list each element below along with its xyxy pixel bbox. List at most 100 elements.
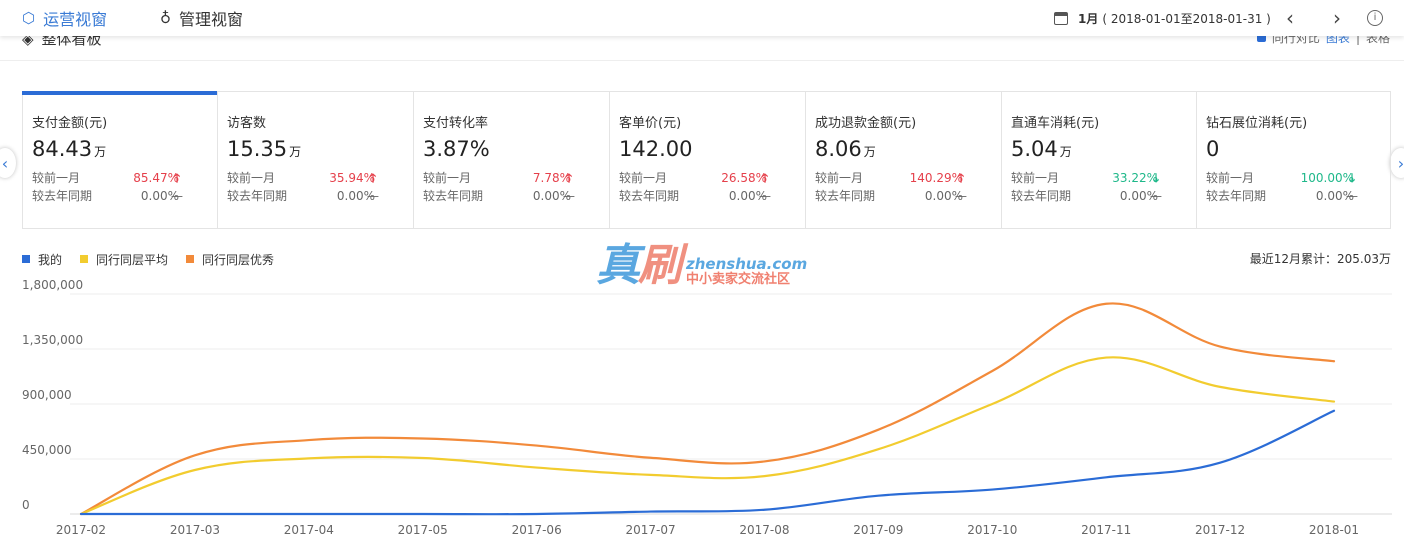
- metric-number: 3.87%: [423, 137, 490, 161]
- metric-card[interactable]: 客单价(元) 142.00 较前一月 26.58% 🡑 较去年同期 0.00% —: [610, 92, 806, 228]
- metric-card[interactable]: 成功退款金额(元) 8.06 万较前一月 140.29% 🡑 较去年同期 0.00% —: [806, 92, 1002, 228]
- legend-swatch: [80, 255, 89, 263]
- metric-title: 直通车消耗(元): [1011, 116, 1100, 131]
- chart-summary: 最近12月累计：205.03万: [1249, 252, 1391, 266]
- x-tick-label: 2017-09: [853, 523, 903, 537]
- mom-row: 较前一月 85.47% 🡑: [32, 169, 217, 187]
- legend-swatch: [22, 255, 30, 263]
- x-tick-label: 2017-10: [967, 523, 1017, 537]
- x-tick-label: 2017-12: [1195, 523, 1245, 537]
- metric-unit: 万: [863, 145, 876, 159]
- metric-card[interactable]: 访客数 15.35 万较前一月 35.94% 🡑 较去年同期 0.00% —: [218, 92, 414, 228]
- section-header: ◈ 整体看板 同行对比 图表 | 表格: [0, 36, 1404, 61]
- metric-card[interactable]: 直通车消耗(元) 5.04 万较前一月 33.22% 🡓 较去年同期 0.00% —: [1002, 92, 1197, 228]
- info-icon: i: [1367, 10, 1383, 26]
- metric-title: 成功退款金额(元): [815, 116, 917, 131]
- view-tools: 同行对比 图表 | 表格: [1256, 36, 1390, 46]
- date-range: ( 2018-01-01至2018-01-31 ): [1102, 11, 1271, 26]
- next-period-button[interactable]: ›: [1323, 0, 1351, 36]
- metric-value: 15.35 万: [227, 135, 413, 163]
- yoy-label: 较去年同期: [1206, 189, 1267, 203]
- medal-icon: ♁: [160, 9, 171, 27]
- yoy-row: 较去年同期 0.00% —: [1206, 187, 1392, 205]
- arrow-down-icon: 🡓: [1152, 171, 1160, 185]
- line-chart: 1,800,000 1,350,000 900,000 450,000 0 2017-02…: [22, 278, 1392, 537]
- x-tick-label: 2017-06: [512, 523, 562, 537]
- table-view-link[interactable]: 表格: [1366, 36, 1390, 46]
- metric-title: 客单价(元): [619, 116, 682, 131]
- dash-icon: —: [367, 189, 379, 203]
- yoy-row: 较去年同期 0.00% —: [32, 187, 217, 205]
- metric-number: 8.06: [815, 137, 862, 161]
- carousel-prev-button[interactable]: ‹: [0, 148, 16, 178]
- compare-label: 同行对比: [1271, 36, 1320, 45]
- chevron-left-icon: ‹: [1286, 6, 1294, 30]
- tab-operations-view[interactable]: ⬡ 运营视窗: [22, 0, 107, 36]
- metric-number: 142.00: [619, 137, 693, 161]
- yoy-label: 较去年同期: [423, 189, 484, 203]
- section-title-text: 整体看板: [41, 36, 102, 48]
- metric-value: 84.43 万: [32, 135, 217, 163]
- yoy-label: 较去年同期: [815, 189, 876, 203]
- x-tick-label: 2017-08: [739, 523, 789, 537]
- dash-icon: —: [563, 189, 575, 203]
- series-line-peer-best: [79, 302, 1336, 516]
- compare-checkbox[interactable]: [1256, 36, 1266, 42]
- mom-label: 较前一月: [619, 171, 668, 185]
- metric-title: 访客数: [227, 116, 267, 131]
- metric-card[interactable]: 钻石展位消耗(元) 0 较前一月 100.00% 🡓 较去年同期 0.00% —: [1197, 92, 1392, 228]
- metric-value: 5.04 万: [1011, 135, 1196, 163]
- yoy-label: 较去年同期: [619, 189, 680, 203]
- chart-view-link[interactable]: 图表: [1326, 36, 1350, 46]
- dash-icon: —: [1346, 189, 1358, 203]
- metric-number: 0: [1206, 137, 1220, 161]
- x-tick-label: 2017-11: [1081, 523, 1131, 537]
- tab-management-view[interactable]: ♁ 管理视窗: [160, 0, 243, 36]
- metric-card[interactable]: 支付金额(元) 84.43 万较前一月 85.47% 🡑 较去年同期 0.00% —: [22, 91, 218, 228]
- arrow-up-icon: 🡑: [173, 171, 181, 185]
- metric-title: 支付转化率: [423, 116, 489, 131]
- legend-swatch: [186, 255, 195, 263]
- carousel-next-button[interactable]: ›: [1390, 148, 1404, 178]
- legend-item[interactable]: 同行同层平均: [80, 251, 168, 268]
- mom-label: 较前一月: [1206, 171, 1255, 185]
- prev-period-button[interactable]: ‹: [1276, 0, 1304, 36]
- metric-value: 142.00: [619, 135, 805, 163]
- yoy-label: 较去年同期: [32, 189, 93, 203]
- layers-icon: ◈: [22, 36, 34, 48]
- x-tick-label: 2017-04: [284, 523, 334, 537]
- legend-item[interactable]: 我的: [22, 251, 62, 268]
- yoy-row: 较去年同期 0.00% —: [423, 187, 609, 205]
- metric-unit: 万: [1059, 145, 1072, 159]
- metric-cards: 支付金额(元) 84.43 万较前一月 85.47% 🡑 较去年同期 0.00% — 访客数 15…: [22, 91, 1391, 229]
- y-tick-label: 1,350,000: [22, 333, 83, 347]
- metric-unit: 万: [289, 145, 302, 159]
- series-line-peer-average: [79, 356, 1336, 516]
- y-tick-label: 450,000: [22, 443, 72, 457]
- y-tick-label: 0: [22, 498, 30, 512]
- y-tick-label: 1,800,000: [22, 278, 83, 292]
- dash-icon: —: [1150, 189, 1162, 203]
- date-picker[interactable]: 1月 ( 2018-01-01至2018-01-31 ): [1054, 0, 1271, 36]
- hexagon-icon: ⬡: [22, 9, 36, 27]
- mom-label: 较前一月: [227, 171, 276, 185]
- metric-value: 0: [1206, 135, 1392, 163]
- legend-label: 同行同层平均: [96, 252, 169, 267]
- yoy-label: 较去年同期: [1011, 189, 1072, 203]
- legend-item[interactable]: 同行同层优秀: [186, 251, 274, 268]
- mom-row: 较前一月 140.29% 🡑: [815, 169, 1001, 187]
- yoy-row: 较去年同期 0.00% —: [619, 187, 805, 205]
- arrow-up-icon: 🡑: [957, 171, 965, 185]
- info-button[interactable]: i: [1361, 0, 1389, 36]
- arrow-up-icon: 🡑: [565, 171, 573, 185]
- section-title: ◈ 整体看板: [22, 36, 102, 49]
- mom-label: 较前一月: [32, 171, 81, 185]
- mom-label: 较前一月: [423, 171, 472, 185]
- mom-row: 较前一月 7.78% 🡑: [423, 169, 609, 187]
- metric-number: 84.43: [32, 137, 93, 161]
- legend-label: 同行同层优秀: [202, 252, 275, 267]
- dash-icon: —: [955, 189, 967, 203]
- view-separator: |: [1355, 36, 1360, 45]
- metric-card[interactable]: 支付转化率 3.87% 较前一月 7.78% 🡑 较去年同期 0.00% —: [414, 92, 610, 228]
- yoy-row: 较去年同期 0.00% —: [815, 187, 1001, 205]
